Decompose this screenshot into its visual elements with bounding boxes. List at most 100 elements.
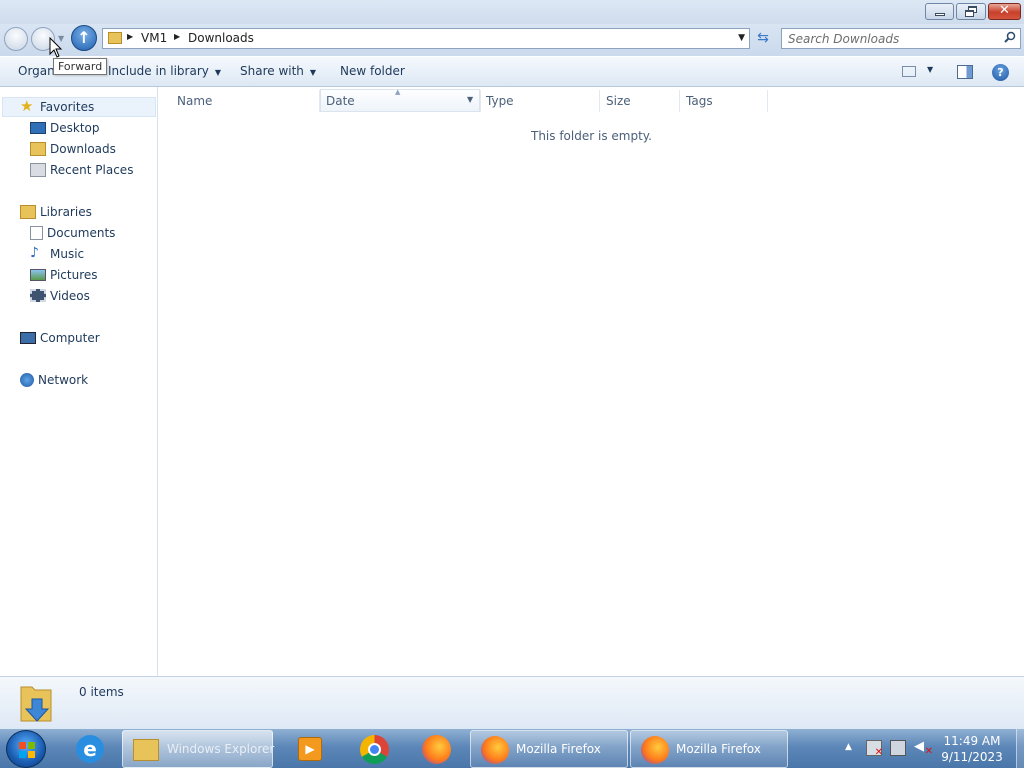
address-dropdown-icon[interactable]: ▼	[738, 33, 745, 43]
refresh-button[interactable]: ⇆	[752, 28, 774, 49]
new-folder-label: New folder	[340, 64, 405, 78]
breadcrumb-separator-icon[interactable]: ▶	[174, 32, 180, 41]
column-header: Name Date ▲ ▼ Type Size Tags	[159, 88, 1024, 113]
view-options-dropdown-icon[interactable]: ▼	[927, 65, 933, 74]
sidebar-libraries-label: Libraries	[40, 205, 92, 219]
sidebar-item-label: Recent Places	[50, 163, 134, 177]
internet-explorer-icon[interactable]: e	[62, 732, 118, 767]
up-button[interactable]: ↑	[71, 25, 97, 51]
include-in-library-menu[interactable]: Include in library ▼	[108, 64, 221, 78]
restore-button[interactable]	[956, 3, 986, 20]
sidebar-computer[interactable]: Computer	[20, 329, 100, 349]
sidebar-favorites[interactable]: ★ Favorites	[20, 98, 94, 118]
taskbar-firefox-1[interactable]: Mozilla Firefox	[470, 730, 628, 768]
videos-icon	[30, 289, 46, 302]
clock-date: 9/11/2023	[941, 750, 1003, 764]
sidebar-item-desktop[interactable]: Desktop	[30, 119, 100, 139]
show-hidden-icons-icon[interactable]: ▲	[845, 742, 852, 752]
sidebar-item-music[interactable]: ♪ Music	[30, 245, 84, 265]
sidebar-item-recent-places[interactable]: Recent Places	[30, 161, 133, 181]
volume-muted-icon[interactable]: ◀ ✕	[914, 740, 933, 758]
media-player-icon[interactable]: ▶	[282, 732, 338, 767]
empty-folder-message: This folder is empty.	[531, 129, 652, 143]
breadcrumb-downloads[interactable]: Downloads	[188, 31, 254, 45]
show-desktop-button[interactable]	[1016, 729, 1024, 769]
sidebar-item-label: Music	[50, 247, 85, 261]
sort-indicator-icon: ▲	[395, 88, 401, 96]
recent-places-icon	[30, 162, 46, 177]
taskbar: e Windows Explorer ▶ Mozilla Firefox Moz…	[0, 728, 1024, 769]
firefox-icon[interactable]	[408, 732, 464, 767]
back-button[interactable]	[4, 27, 28, 51]
firefox-icon	[641, 736, 669, 764]
explorer-icon	[133, 739, 159, 761]
close-button[interactable]: ✕	[988, 3, 1021, 20]
taskbar-app-label: Windows Explorer	[167, 742, 275, 756]
downloads-folder-icon	[20, 686, 52, 722]
taskbar-windows-explorer[interactable]: Windows Explorer	[122, 730, 275, 768]
windows-logo-icon	[19, 742, 35, 758]
taskbar-app-label: Mozilla Firefox	[516, 742, 601, 756]
media-player-logo: ▶	[298, 737, 322, 761]
sidebar-item-label: Downloads	[50, 142, 116, 156]
new-folder-button[interactable]: New folder	[340, 64, 405, 78]
column-divider[interactable]	[480, 90, 481, 112]
change-view-button[interactable]	[902, 66, 916, 77]
chrome-icon[interactable]	[346, 732, 402, 767]
action-center-icon[interactable]: ✕	[866, 740, 883, 758]
sidebar-favorites-label: Favorites	[40, 100, 95, 114]
search-input[interactable]	[786, 30, 996, 47]
sidebar-item-downloads[interactable]: Downloads	[30, 140, 116, 160]
ie-logo: e	[76, 735, 104, 763]
breadcrumb-separator-icon[interactable]: ▶	[127, 32, 133, 41]
sidebar-item-videos[interactable]: Videos	[30, 287, 90, 307]
navigation-pane: ★ Favorites Desktop Downloads Recent Plac…	[0, 87, 158, 676]
network-tray-icon[interactable]	[890, 740, 906, 756]
breadcrumb-vm1[interactable]: VM1	[141, 31, 167, 45]
preview-pane-button[interactable]	[957, 65, 973, 79]
column-divider[interactable]	[599, 90, 600, 112]
search-box[interactable]	[781, 28, 1021, 49]
column-divider[interactable]	[319, 90, 320, 112]
item-count: 0 items	[79, 685, 124, 699]
date-filter-dropdown-icon[interactable]: ▼	[467, 95, 473, 104]
documents-icon	[30, 225, 43, 240]
computer-icon	[20, 331, 36, 344]
column-date[interactable]: Date	[326, 94, 355, 108]
system-clock[interactable]: 11:49 AM 9/11/2023	[930, 733, 1014, 765]
column-divider[interactable]	[767, 90, 768, 112]
column-name[interactable]: Name	[177, 94, 212, 108]
sidebar-item-documents[interactable]: Documents	[30, 224, 115, 244]
taskbar-app-label: Mozilla Firefox	[676, 742, 761, 756]
libraries-icon	[20, 204, 36, 219]
search-icon[interactable]	[1004, 31, 1016, 43]
chrome-logo	[360, 735, 389, 764]
column-size[interactable]: Size	[606, 94, 631, 108]
downloads-folder-icon	[108, 32, 122, 44]
sidebar-item-label: Videos	[50, 289, 90, 303]
start-button[interactable]	[6, 730, 46, 768]
minimize-button[interactable]	[925, 3, 954, 20]
restore-icon-front	[965, 10, 974, 17]
minimize-icon	[935, 13, 945, 16]
details-pane: 0 items	[0, 676, 1024, 728]
downloads-folder-icon	[30, 141, 46, 156]
share-with-menu[interactable]: Share with ▼	[240, 64, 316, 78]
column-divider[interactable]	[679, 90, 680, 112]
close-icon: ✕	[999, 3, 1010, 18]
column-tags[interactable]: Tags	[686, 94, 713, 108]
pictures-icon	[30, 268, 46, 281]
taskbar-firefox-2[interactable]: Mozilla Firefox	[630, 730, 788, 768]
title-bar[interactable]: ✕	[0, 0, 1024, 24]
chevron-down-icon: ▼	[214, 68, 222, 77]
forward-tooltip: Forward	[53, 58, 108, 75]
column-type[interactable]: Type	[486, 94, 514, 108]
sidebar-item-pictures[interactable]: Pictures	[30, 266, 98, 286]
sidebar-item-label: Documents	[47, 226, 116, 240]
help-button[interactable]: ?	[992, 64, 1009, 81]
sidebar-item-label: Pictures	[50, 268, 98, 282]
address-bar[interactable]: ▶ VM1 ▶ Downloads ▼	[102, 28, 750, 49]
sidebar-libraries[interactable]: Libraries	[20, 203, 92, 223]
share-with-label: Share with	[240, 64, 304, 78]
sidebar-network[interactable]: Network	[20, 371, 88, 391]
